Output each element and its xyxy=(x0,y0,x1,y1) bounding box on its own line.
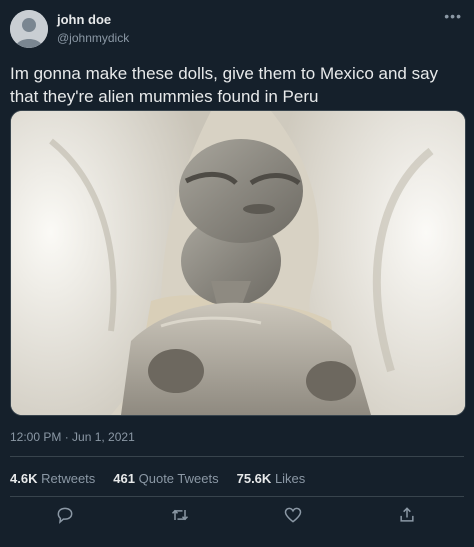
like-button[interactable] xyxy=(283,505,307,529)
action-bar xyxy=(0,505,474,533)
tweet-photo[interactable] xyxy=(10,110,466,416)
reply-icon xyxy=(57,507,73,524)
quotes-count: 461 xyxy=(113,471,135,486)
tweet-timestamp[interactable]: 12:00 PM · Jun 1, 2021 xyxy=(10,430,135,444)
display-name[interactable]: john doe xyxy=(57,12,111,27)
share-icon xyxy=(400,507,414,522)
default-avatar-icon xyxy=(10,10,48,48)
alien-doll-photo xyxy=(11,111,465,415)
likes-count: 75.6K xyxy=(236,471,272,486)
more-options-icon[interactable]: ••• xyxy=(444,8,462,24)
likes-label: Likes xyxy=(274,471,306,486)
avatar[interactable] xyxy=(10,10,48,48)
quotes-label: Quote Tweets xyxy=(138,471,219,486)
retweets-count: 4.6K xyxy=(10,471,38,486)
tweet-stats: 4.6K Retweets 461 Quote Tweets 75.6K Lik… xyxy=(10,471,305,486)
heart-icon xyxy=(284,507,302,523)
likes-stat[interactable]: 75.6K Likes xyxy=(237,471,306,486)
share-button[interactable] xyxy=(397,505,421,529)
tweet-header: john doe @johnmydick ••• xyxy=(10,8,464,50)
divider xyxy=(10,496,464,497)
retweet-button[interactable] xyxy=(170,505,194,529)
retweets-stat[interactable]: 4.6K Retweets xyxy=(10,471,95,486)
quotes-stat[interactable]: 461 Quote Tweets xyxy=(113,471,218,486)
retweets-label: Retweets xyxy=(41,471,96,486)
tweet-text: Im gonna make these dolls, give them to … xyxy=(10,64,439,106)
divider xyxy=(10,456,464,457)
user-handle[interactable]: @johnmydick xyxy=(57,31,129,45)
retweet-icon xyxy=(171,509,189,521)
reply-button[interactable] xyxy=(55,505,79,529)
